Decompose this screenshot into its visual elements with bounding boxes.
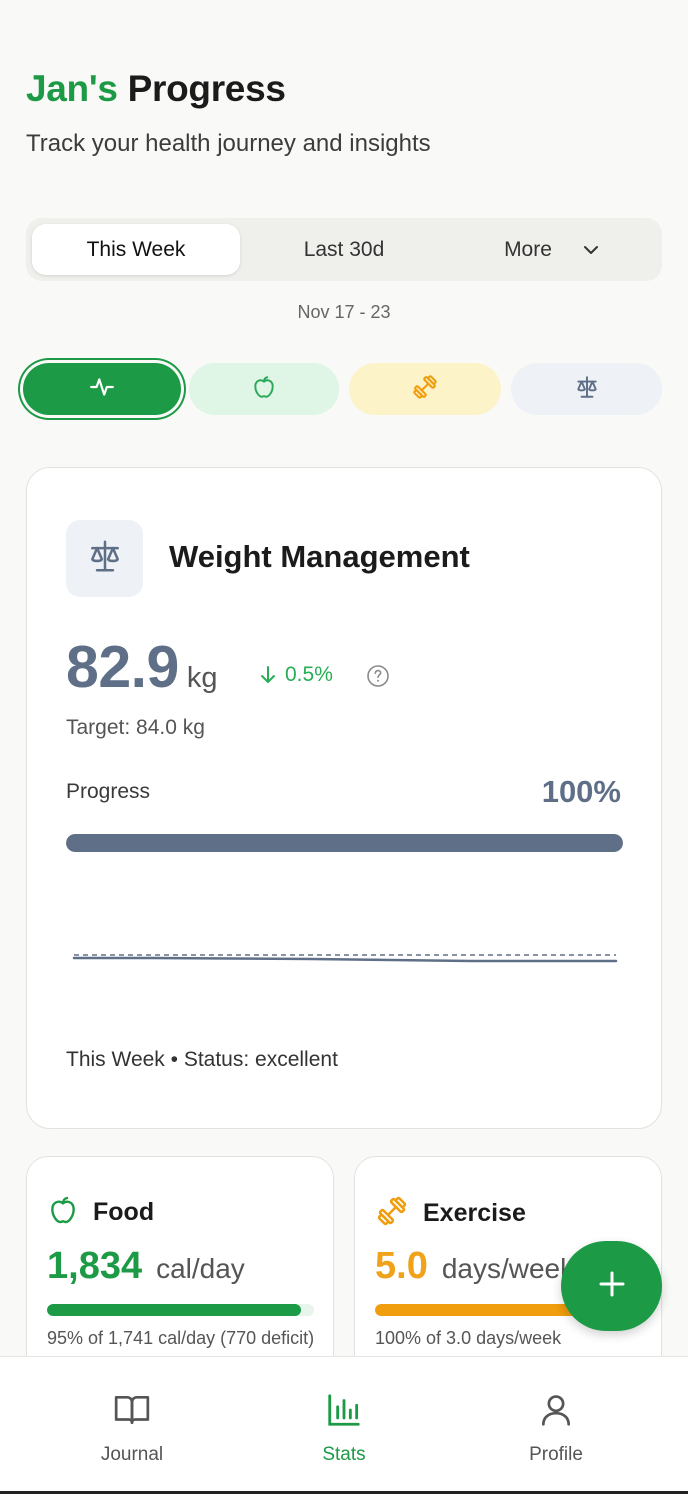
nav-label: Journal (100, 1444, 164, 1465)
category-filter (23, 363, 663, 417)
nav-item-journal[interactable]: Journal (62, 1391, 202, 1466)
progress-bar-fill (66, 834, 623, 852)
food-progress-bar (47, 1304, 314, 1316)
page-subtitle: Track your health journey and insights (26, 130, 431, 157)
help-icon[interactable] (366, 664, 390, 693)
exercise-value: 5.0 days/week (375, 1245, 574, 1288)
weight-trend-sparkline (72, 954, 618, 963)
activity-icon (89, 374, 115, 405)
progress-percent: 100% (541, 774, 621, 809)
exercise-card-title: Exercise (423, 1199, 526, 1227)
book-icon (113, 1391, 151, 1434)
food-progress-fill (47, 1304, 301, 1316)
apple-icon (251, 374, 277, 405)
category-exercise-button[interactable] (349, 363, 501, 415)
food-unit: cal/day (156, 1253, 245, 1284)
progress-bar (66, 834, 623, 852)
food-card-header: Food (47, 1194, 154, 1231)
exercise-number: 5.0 (375, 1245, 428, 1287)
date-range: Nov 17 - 23 (297, 302, 391, 322)
title-text: Progress (127, 68, 286, 109)
nav-label: Stats (322, 1444, 366, 1465)
time-range-selector: This Week Last 30d More (26, 218, 662, 281)
page-header: Jan's Progress Track your health journey… (26, 68, 431, 158)
dumbbell-icon (375, 1194, 409, 1233)
scale-icon (574, 374, 600, 405)
page-title: Jan's Progress (26, 68, 431, 110)
add-entry-button[interactable] (561, 1241, 662, 1331)
tab-more[interactable]: More (448, 224, 656, 275)
card-status-footer: This Week • Status: excellent (66, 1048, 338, 1071)
tab-label: More (504, 237, 552, 261)
nav-item-profile[interactable]: Profile (486, 1391, 626, 1466)
food-card-title: Food (93, 1198, 155, 1226)
user-name: Jan's (26, 68, 118, 109)
category-food-button[interactable] (189, 363, 339, 415)
tab-last-30d[interactable]: Last 30d (240, 224, 448, 275)
chevron-down-icon (582, 244, 600, 256)
card-icon-box (66, 520, 143, 597)
weight-change-badge: 0.5% (259, 663, 333, 687)
plus-icon (597, 1269, 627, 1304)
arrow-down-icon (261, 666, 275, 683)
food-number: 1,834 (47, 1245, 143, 1287)
food-value: 1,834 cal/day (47, 1245, 245, 1288)
category-weight-button[interactable] (511, 363, 662, 415)
weight-management-card[interactable]: Weight Management 82.9 kg 0.5% Target: 8… (26, 467, 662, 1129)
category-activity-button[interactable] (23, 363, 181, 415)
card-title: Weight Management (169, 539, 470, 574)
exercise-unit: days/week (441, 1253, 575, 1284)
weight-value: 82.9 kg (66, 633, 217, 701)
weight-change-value: 0.5% (285, 663, 333, 686)
exercise-card-header: Exercise (375, 1194, 526, 1233)
tab-this-week[interactable]: This Week (32, 224, 240, 275)
tab-label: This Week (86, 237, 186, 261)
bottom-navigation: Journal Stats Profile (0, 1356, 688, 1494)
weight-unit: kg (186, 662, 218, 694)
tab-label: Last 30d (303, 237, 385, 261)
apple-icon (47, 1194, 79, 1231)
weight-number: 82.9 (66, 634, 179, 700)
dumbbell-icon (411, 373, 439, 406)
food-progress-note: 95% of 1,741 cal/day (770 deficit) (47, 1328, 315, 1348)
bar-chart-icon (325, 1391, 363, 1434)
scale-icon (86, 537, 124, 580)
nav-label: Profile (529, 1444, 583, 1465)
user-icon (537, 1391, 575, 1434)
progress-label: Progress (66, 780, 151, 803)
nav-item-stats[interactable]: Stats (274, 1391, 414, 1466)
target-weight: Target: 84.0 kg (66, 716, 205, 739)
